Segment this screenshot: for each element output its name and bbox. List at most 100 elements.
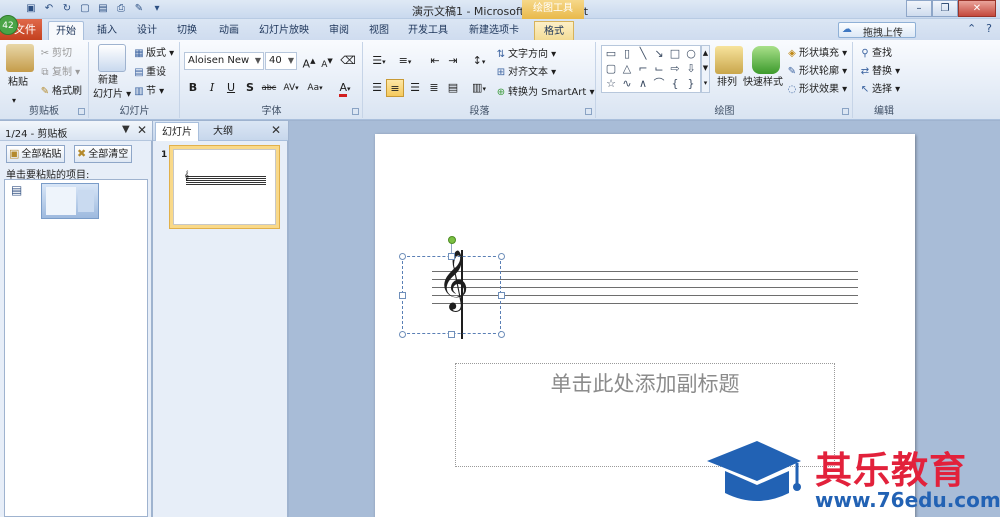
select-button[interactable]: ↖ 选择 ▾ xyxy=(858,81,900,98)
resize-handle-bottom[interactable] xyxy=(448,331,455,338)
increase-indent-icon[interactable]: ⇥ xyxy=(444,52,462,70)
rounded-rect-shape-icon[interactable]: ▢ xyxy=(604,63,618,75)
shape-fill-button[interactable]: ◈ 形状填充 ▾ xyxy=(785,45,847,62)
rotation-handle[interactable] xyxy=(448,236,456,244)
right-brace-shape-icon[interactable]: } xyxy=(684,78,698,90)
help-icon[interactable]: ? xyxy=(986,22,992,35)
resize-handle-top-right[interactable] xyxy=(498,253,505,260)
tab-transitions[interactable]: 切换 xyxy=(172,21,202,40)
clipboard-pane-close-icon[interactable]: ✕ xyxy=(137,123,147,137)
replace-button[interactable]: ⇄ 替换 ▾ xyxy=(858,63,900,80)
tab-slides[interactable]: 幻灯片 xyxy=(155,122,199,141)
resize-handle-bottom-right[interactable] xyxy=(498,331,505,338)
convert-smartart-button[interactable]: ⊕ 转换为 SmartArt ▾ xyxy=(494,84,595,101)
clear-formatting-icon[interactable]: ⌫ xyxy=(339,52,357,70)
resize-handle-left[interactable] xyxy=(399,292,406,299)
italic-button[interactable]: I xyxy=(203,79,221,97)
new-slide-button[interactable]: 幻灯片 ▾ xyxy=(93,86,131,103)
underline-button[interactable]: U xyxy=(222,79,240,97)
find-button[interactable]: ⚲ 查找 xyxy=(858,45,892,62)
arrow-line-shape-icon[interactable]: ↘ xyxy=(652,48,666,60)
pane-options-icon[interactable]: ▼ xyxy=(122,124,130,135)
minimize-button[interactable]: – xyxy=(906,0,932,17)
font-color-button[interactable]: A▾ xyxy=(334,79,356,97)
tab-view[interactable]: 视图 xyxy=(364,21,394,40)
text-direction-button[interactable]: ⇅ 文字方向 ▾ xyxy=(494,46,556,63)
shape-effects-button[interactable]: ◌ 形状效果 ▾ xyxy=(785,81,848,98)
tab-developer[interactable]: 开发工具 xyxy=(404,21,452,40)
format-painter-button[interactable]: ✎ 格式刷 xyxy=(38,83,82,100)
shapes-gallery-scroll[interactable]: ▲ ▼ ▾ xyxy=(701,45,710,93)
justify-icon[interactable]: ≣ xyxy=(425,79,443,97)
shape-outline-button[interactable]: ✎ 形状轮廓 ▾ xyxy=(785,63,847,80)
curve-shape-icon[interactable]: ∿ xyxy=(620,78,634,90)
distributed-icon[interactable]: ▤ xyxy=(444,79,462,97)
decrease-indent-icon[interactable]: ⇤ xyxy=(426,52,444,70)
columns-button[interactable]: ▥▾ xyxy=(468,79,490,97)
change-case-button[interactable]: Aa▾ xyxy=(304,79,326,97)
tab-new[interactable]: 新建选项卡 xyxy=(464,21,524,40)
oval-shape-icon[interactable]: ○ xyxy=(684,48,698,60)
bold-button[interactable]: B xyxy=(184,79,202,97)
align-center-icon[interactable]: ≡ xyxy=(386,79,404,97)
line-shape-icon[interactable]: ╲ xyxy=(636,48,650,60)
font-name-combo[interactable]: Aloisen New ▼ xyxy=(184,52,264,70)
line-spacing-button[interactable]: ↕▾ xyxy=(468,52,490,70)
tab-design[interactable]: 设计 xyxy=(132,21,162,40)
quick-styles-button[interactable]: 快速样式 xyxy=(743,74,783,91)
font-launcher-icon[interactable] xyxy=(352,108,359,115)
restore-button[interactable]: ❐ xyxy=(932,0,958,17)
minimize-ribbon-icon[interactable]: ⌃ xyxy=(967,22,976,35)
triangle-shape-icon[interactable]: △ xyxy=(620,63,634,75)
vertical-textbox-shape-icon[interactable]: ▯ xyxy=(620,48,634,60)
tab-review[interactable]: 审阅 xyxy=(324,21,354,40)
paste-all-button[interactable]: ▣ 全部粘贴 xyxy=(6,145,66,163)
close-button[interactable]: ✕ xyxy=(958,0,996,17)
elbow-connector-shape-icon[interactable]: ⌐ xyxy=(636,63,650,75)
freeform-shape-icon[interactable]: ∧ xyxy=(636,78,650,90)
section-button[interactable]: ▥ 节 ▾ xyxy=(132,83,164,100)
rectangle-shape-icon[interactable]: □ xyxy=(668,48,682,60)
elbow-arrow-shape-icon[interactable]: ⌙ xyxy=(652,63,666,75)
right-arrow-shape-icon[interactable]: ⇨ xyxy=(668,63,682,75)
textbox-shape-icon[interactable]: ▭ xyxy=(604,48,618,60)
shapes-gallery[interactable]: ▭ ▯ ╲ ↘ □ ○ ▢ △ ⌐ ⌙ ⇨ ⇩ ☆ ∿ ∧ ⌒ { } xyxy=(601,45,701,93)
character-spacing-button[interactable]: AV▾ xyxy=(280,79,302,97)
cut-button[interactable]: ✂ 剪切 xyxy=(38,45,72,62)
resize-handle-right[interactable] xyxy=(498,292,505,299)
resize-handle-top-left[interactable] xyxy=(399,253,406,260)
upload-button[interactable]: ☁ 拖拽上传 xyxy=(838,22,916,39)
layout-button[interactable]: ▦ 版式 ▾ xyxy=(132,45,174,62)
font-size-combo[interactable]: 40 ▼ xyxy=(265,52,297,70)
slide-thumbnail-selected[interactable]: 𝄞 xyxy=(169,145,280,229)
align-text-button[interactable]: ⊞ 对齐文本 ▾ xyxy=(494,64,556,81)
shrink-font-button[interactable]: A▼ xyxy=(318,52,336,70)
bullets-button[interactable]: ☰▾ xyxy=(368,52,390,70)
grow-font-button[interactable]: A▲ xyxy=(300,52,318,71)
down-arrow-shape-icon[interactable]: ⇩ xyxy=(684,63,698,75)
resize-handle-bottom-left[interactable] xyxy=(399,331,406,338)
strikethrough-button[interactable]: abc xyxy=(260,79,278,97)
copy-button[interactable]: ⧉ 复制 ▾ xyxy=(38,64,80,81)
tab-animations[interactable]: 动画 xyxy=(214,21,244,40)
arc-shape-icon[interactable]: ⌒ xyxy=(652,78,666,90)
numbering-button[interactable]: ≡▾ xyxy=(394,52,416,70)
tab-insert[interactable]: 插入 xyxy=(92,21,122,40)
tab-home[interactable]: 开始 xyxy=(48,21,84,40)
align-left-icon[interactable]: ☰ xyxy=(368,79,386,97)
slides-pane-close-icon[interactable]: ✕ xyxy=(271,123,281,137)
resize-handle-top[interactable] xyxy=(448,253,455,260)
clear-all-button[interactable]: ✖ 全部清空 xyxy=(74,145,133,163)
left-brace-shape-icon[interactable]: { xyxy=(668,78,682,90)
selection-box[interactable] xyxy=(402,256,501,334)
tab-outline[interactable]: 大纲 xyxy=(203,122,243,141)
shadow-button[interactable]: S xyxy=(241,79,259,97)
drawing-launcher-icon[interactable] xyxy=(842,108,849,115)
arrange-button[interactable]: 排列 xyxy=(717,74,737,91)
paste-button[interactable]: 粘贴 xyxy=(8,74,28,91)
tab-slideshow[interactable]: 幻灯片放映 xyxy=(256,21,312,40)
star-shape-icon[interactable]: ☆ xyxy=(604,78,618,90)
tab-format[interactable]: 格式 xyxy=(534,21,574,40)
reset-button[interactable]: ▤ 重设 xyxy=(132,64,166,81)
align-right-icon[interactable]: ☰ xyxy=(406,79,424,97)
